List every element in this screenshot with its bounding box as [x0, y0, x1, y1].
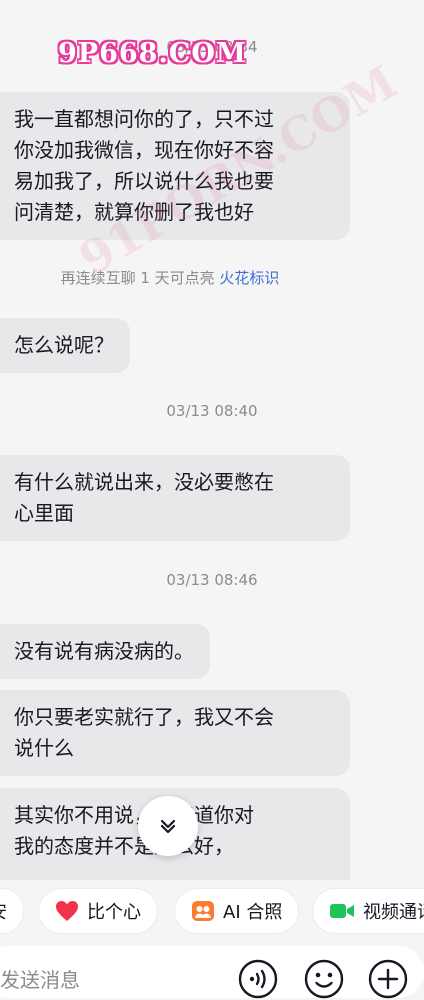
plus-icon: [368, 959, 408, 999]
message-bubble[interactable]: 没有说有病没病的。: [0, 624, 210, 679]
emoji-button[interactable]: [304, 959, 344, 999]
emoji-icon: [304, 959, 344, 999]
quick-action-label: 安: [0, 898, 7, 924]
spark-notice-text: 再连续互聊 1 天可点亮: [60, 269, 220, 287]
message-bubble[interactable]: 怎么说呢？: [0, 318, 130, 373]
video-icon: [330, 904, 354, 918]
input-bar: 发送消息: [0, 942, 424, 1000]
more-button[interactable]: [368, 959, 408, 999]
quick-action-heart[interactable]: 比个心: [38, 888, 158, 934]
quick-action-label: AI 合照: [223, 902, 283, 923]
timestamp: 03/13 08:40: [166, 402, 258, 420]
voice-icon: [238, 959, 278, 999]
quick-action-video-call[interactable]: 视频通话: [312, 888, 424, 934]
timestamp: 03/13 08:46: [166, 571, 258, 589]
quick-action-label: 视频通话: [363, 902, 424, 923]
quick-action-label: 比个心: [87, 902, 141, 923]
watermark-logo: 9P668.COM: [58, 38, 247, 69]
quick-action-bar: 安 比个心 AI 合照 视频通话: [0, 880, 424, 942]
quick-action-ai-photo[interactable]: AI 合照: [174, 888, 300, 934]
quick-action-partial[interactable]: 安: [0, 888, 24, 934]
voice-button[interactable]: [238, 959, 278, 999]
chat-area: 03/13 08:34 9P668.COM 我一直都想问你的了，只不过 你没加我…: [0, 0, 424, 880]
message-bubble[interactable]: 你只要老实就行了，我又不会 说什么: [0, 690, 350, 776]
scroll-to-bottom-button[interactable]: [138, 796, 198, 856]
message-input-placeholder: 发送消息: [0, 968, 80, 992]
photo-icon: [192, 901, 214, 921]
spark-notice: 再连续互聊 1 天可点亮 火花标识: [0, 267, 340, 288]
spark-link[interactable]: 火花标识: [219, 269, 279, 287]
message-bubble[interactable]: 有什么就说出来，没必要憋在 心里面: [0, 455, 350, 541]
chevron-down-icon: [160, 819, 176, 834]
heart-icon: [56, 901, 78, 921]
